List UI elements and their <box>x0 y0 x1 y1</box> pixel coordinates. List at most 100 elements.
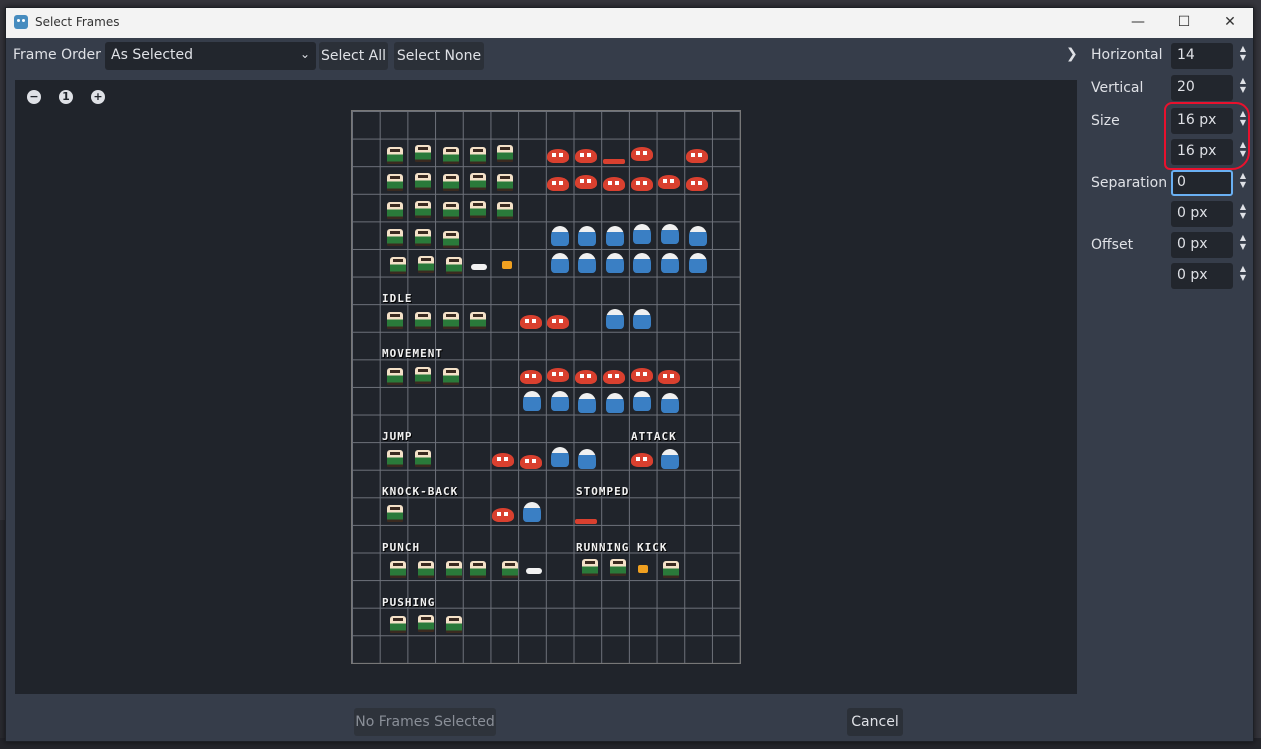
zoom-out-button[interactable]: − <box>27 90 41 104</box>
frame-order-value: As Selected <box>111 47 194 63</box>
sprite-frame <box>551 253 569 273</box>
sprite-sheet-grid[interactable]: IDLE MOVEMENT JUMP ATTACK KNOCK-BACK STO… <box>351 110 741 664</box>
zoom-in-button[interactable]: + <box>91 90 105 104</box>
separation-y-value: 0 px <box>1177 205 1208 221</box>
frame-order-dropdown[interactable]: As Selected ⌄ <box>105 42 316 70</box>
size-label: Size <box>1091 113 1120 129</box>
sprite-frame <box>415 312 431 329</box>
sprite-frame <box>387 312 403 329</box>
separation-label: Separation <box>1091 175 1168 191</box>
sprite-frame <box>638 565 648 573</box>
sprite-frame <box>443 202 459 219</box>
sprite-frame <box>631 453 653 467</box>
offset-label: Offset <box>1091 237 1134 253</box>
sheet-label-stomped: STOMPED <box>576 485 630 498</box>
expand-icon[interactable]: ❯ <box>1066 46 1078 62</box>
sprite-frame <box>446 257 462 274</box>
dialog-content: Frame Order As Selected ⌄ Select All Sel… <box>6 38 1253 741</box>
sprite-frame <box>547 149 569 163</box>
selection-status-button[interactable]: No Frames Selected <box>354 708 496 736</box>
sprite-frame <box>661 253 679 273</box>
separation-x-stepper-icon[interactable]: ▲ ▼ <box>1237 171 1249 197</box>
sprite-frame <box>497 202 513 219</box>
sprite-frame <box>502 261 512 269</box>
sprite-frame <box>661 224 679 244</box>
sprite-frame <box>689 226 707 246</box>
sheet-label-knock-back: KNOCK-BACK <box>382 485 459 498</box>
sprite-frame <box>633 253 651 273</box>
sprite-frame <box>418 256 434 273</box>
vertical-value: 20 <box>1177 79 1195 95</box>
sprite-frame <box>578 226 596 246</box>
sprite-frame <box>575 175 597 189</box>
sprite-frame <box>551 391 569 411</box>
sprite-frame <box>415 229 431 246</box>
horizontal-stepper-icon[interactable]: ▲ ▼ <box>1237 44 1249 70</box>
select-frames-dialog: Select Frames — ☐ ✕ Frame Order As Selec… <box>5 7 1254 742</box>
zoom-reset-button[interactable]: 1 <box>59 90 73 104</box>
sprite-frame <box>418 561 434 578</box>
offset-y-value: 0 px <box>1177 267 1208 283</box>
sprite-frame <box>415 201 431 218</box>
cancel-button[interactable]: Cancel <box>847 708 903 736</box>
sprite-frame <box>387 174 403 191</box>
texture-viewer[interactable]: − 1 + IDLE MOVEMENT JUMP ATTACK KNOCK-BA… <box>15 80 1077 694</box>
offset-x-stepper-icon[interactable]: ▲ ▼ <box>1237 233 1249 259</box>
sprite-frame <box>689 253 707 273</box>
sheet-label-attack: ATTACK <box>631 430 677 443</box>
sprite-frame <box>520 315 542 329</box>
separation-y-stepper-icon[interactable]: ▲ ▼ <box>1237 202 1249 228</box>
godot-icon <box>14 15 28 29</box>
sprite-frame <box>390 616 406 633</box>
frame-order-label: Frame Order <box>13 47 101 63</box>
select-none-button[interactable]: Select None <box>394 42 484 70</box>
sprite-frame <box>661 449 679 469</box>
title-bar: Select Frames — ☐ ✕ <box>6 8 1253 38</box>
sprite-frame <box>387 368 403 385</box>
sprite-frame <box>606 253 624 273</box>
sprite-frame <box>686 177 708 191</box>
vertical-spinbox[interactable]: 20 <box>1171 75 1233 101</box>
sprite-frame <box>661 393 679 413</box>
sheet-label-movement: MOVEMENT <box>382 347 443 360</box>
sprite-frame <box>633 224 651 244</box>
sprite-frame <box>578 253 596 273</box>
sheet-label-pushing: PUSHING <box>382 596 436 609</box>
sprite-frame <box>633 391 651 411</box>
offset-y-stepper-icon[interactable]: ▲ ▼ <box>1237 264 1249 290</box>
sprite-frame <box>551 226 569 246</box>
sheet-label-idle: IDLE <box>382 292 413 305</box>
sprite-frame <box>658 370 680 384</box>
sprite-frame <box>658 175 680 189</box>
vertical-stepper-icon[interactable]: ▲ ▼ <box>1237 76 1249 102</box>
separation-x-spinbox[interactable]: 0 <box>1171 170 1233 196</box>
sprite-frame <box>492 453 514 467</box>
sprite-frame <box>575 149 597 163</box>
offset-x-spinbox[interactable]: 0 px <box>1171 232 1233 258</box>
minimize-button[interactable]: — <box>1115 8 1161 38</box>
separation-y-spinbox[interactable]: 0 px <box>1171 201 1233 227</box>
sprite-frame <box>387 450 403 467</box>
sprite-frame <box>633 309 651 329</box>
sprite-frame <box>502 561 518 578</box>
sprite-frame <box>470 201 486 218</box>
sprite-frame <box>446 616 462 633</box>
red-annotation-circle <box>1164 102 1250 170</box>
sprite-frame <box>470 173 486 190</box>
maximize-button[interactable]: ☐ <box>1161 8 1207 38</box>
sprite-frame <box>415 173 431 190</box>
horizontal-spinbox[interactable]: 14 <box>1171 43 1233 69</box>
sprite-frame <box>547 315 569 329</box>
sprite-frame <box>387 229 403 246</box>
sprite-frame <box>497 174 513 191</box>
sprite-frame <box>387 202 403 219</box>
select-all-button[interactable]: Select All <box>319 42 388 70</box>
sprite-frame <box>390 257 406 274</box>
offset-y-spinbox[interactable]: 0 px <box>1171 263 1233 289</box>
sheet-label-jump: JUMP <box>382 430 413 443</box>
separation-x-value: 0 <box>1177 174 1186 190</box>
sprite-frame <box>520 455 542 469</box>
close-button[interactable]: ✕ <box>1207 8 1253 38</box>
sprite-frame <box>575 519 597 524</box>
window-title: Select Frames <box>35 15 120 29</box>
